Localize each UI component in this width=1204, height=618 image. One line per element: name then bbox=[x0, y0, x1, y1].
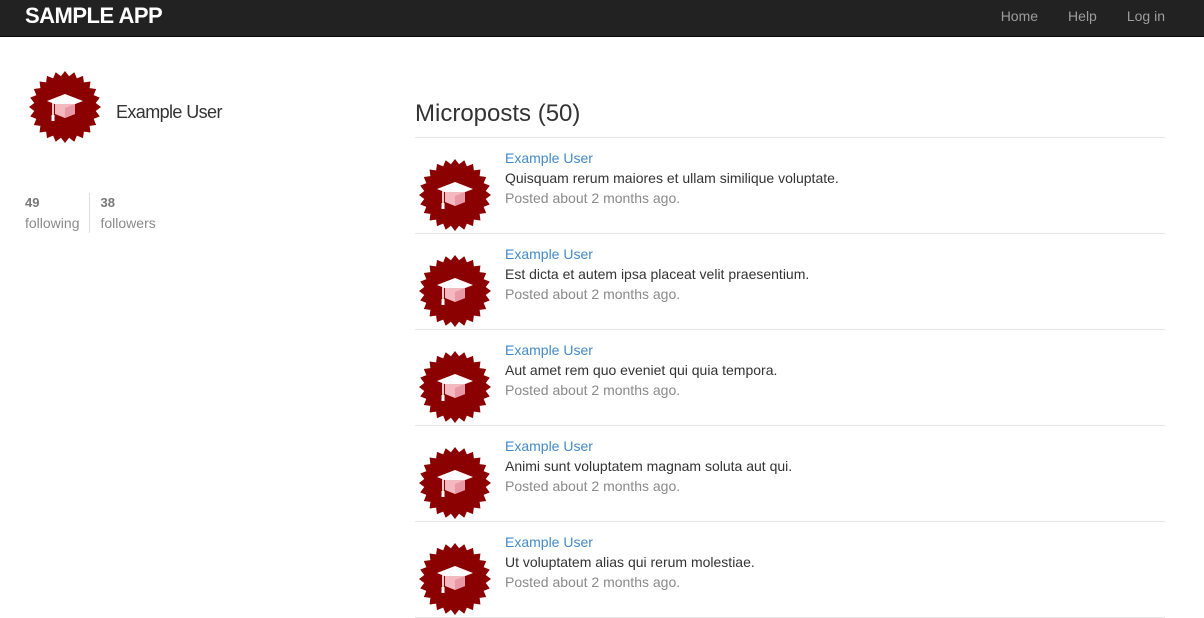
post-user-link[interactable]: Example User bbox=[505, 342, 593, 358]
followers-stat[interactable]: 38 followers bbox=[90, 193, 155, 233]
micropost-item: Example User Aut amet rem quo eveniet qu… bbox=[415, 330, 1165, 426]
following-stat[interactable]: 49 following bbox=[25, 193, 91, 233]
post-user-link[interactable]: Example User bbox=[505, 534, 593, 550]
app-logo[interactable]: SAMPLE APP bbox=[25, 3, 163, 29]
post-user-link[interactable]: Example User bbox=[505, 246, 593, 262]
nav-help-link[interactable]: Help bbox=[1068, 8, 1097, 24]
micropost-item: Example User Est dicta et autem ipsa pla… bbox=[415, 234, 1165, 330]
graduation-cap-badge-icon bbox=[419, 159, 491, 231]
microposts-title: Microposts (50) bbox=[415, 75, 1165, 138]
post-timestamp: Posted about 2 months ago. bbox=[505, 286, 681, 302]
graduation-cap-badge-icon bbox=[419, 543, 491, 615]
post-content: Est dicta et autem ipsa placeat velit pr… bbox=[505, 266, 810, 282]
post-timestamp: Posted about 2 months ago. bbox=[505, 382, 681, 398]
post-user-link[interactable]: Example User bbox=[505, 438, 593, 454]
following-count: 49 bbox=[25, 195, 40, 210]
micropost-item: Example User Ut voluptatem alias qui rer… bbox=[415, 522, 1165, 618]
profile-avatar[interactable] bbox=[28, 70, 102, 144]
followers-label: followers bbox=[100, 215, 156, 231]
post-content: Ut voluptatem alias qui rerum molestiae. bbox=[505, 554, 755, 570]
profile-name: Example User bbox=[116, 102, 222, 122]
micropost-list: Example User Quisquam rerum maiores et u… bbox=[415, 138, 1165, 618]
navbar: SAMPLE APP Home Help Log in bbox=[0, 0, 1204, 37]
nav-login-link[interactable]: Log in bbox=[1127, 8, 1165, 24]
graduation-cap-badge-icon bbox=[419, 255, 491, 327]
profile-stats: 49 following 38 followers bbox=[25, 193, 156, 233]
micropost-item: Example User Animi sunt voluptatem magna… bbox=[415, 426, 1165, 522]
micropost-item: Example User Quisquam rerum maiores et u… bbox=[415, 138, 1165, 234]
post-timestamp: Posted about 2 months ago. bbox=[505, 478, 681, 494]
post-timestamp: Posted about 2 months ago. bbox=[505, 190, 681, 206]
graduation-cap-badge-icon bbox=[419, 351, 491, 423]
post-avatar[interactable] bbox=[418, 158, 492, 232]
post-avatar[interactable] bbox=[418, 350, 492, 424]
following-label: following bbox=[25, 215, 80, 231]
post-content: Animi sunt voluptatem magnam soluta aut … bbox=[505, 458, 793, 474]
post-content: Quisquam rerum maiores et ullam similiqu… bbox=[505, 170, 839, 186]
nav-menu: Home Help Log in bbox=[1001, 8, 1165, 24]
post-avatar[interactable] bbox=[418, 254, 492, 328]
graduation-cap-badge-icon bbox=[419, 447, 491, 519]
post-avatar[interactable] bbox=[418, 542, 492, 616]
post-user-link[interactable]: Example User bbox=[505, 150, 593, 166]
post-content: Aut amet rem quo eveniet qui quia tempor… bbox=[505, 362, 778, 378]
followers-count: 38 bbox=[100, 195, 115, 210]
nav-home-link[interactable]: Home bbox=[1001, 8, 1038, 24]
post-timestamp: Posted about 2 months ago. bbox=[505, 574, 681, 590]
graduation-cap-badge-icon bbox=[29, 71, 101, 143]
microposts-feed: Microposts (50) Example User Quisquam re… bbox=[415, 75, 1165, 618]
post-avatar[interactable] bbox=[418, 446, 492, 520]
